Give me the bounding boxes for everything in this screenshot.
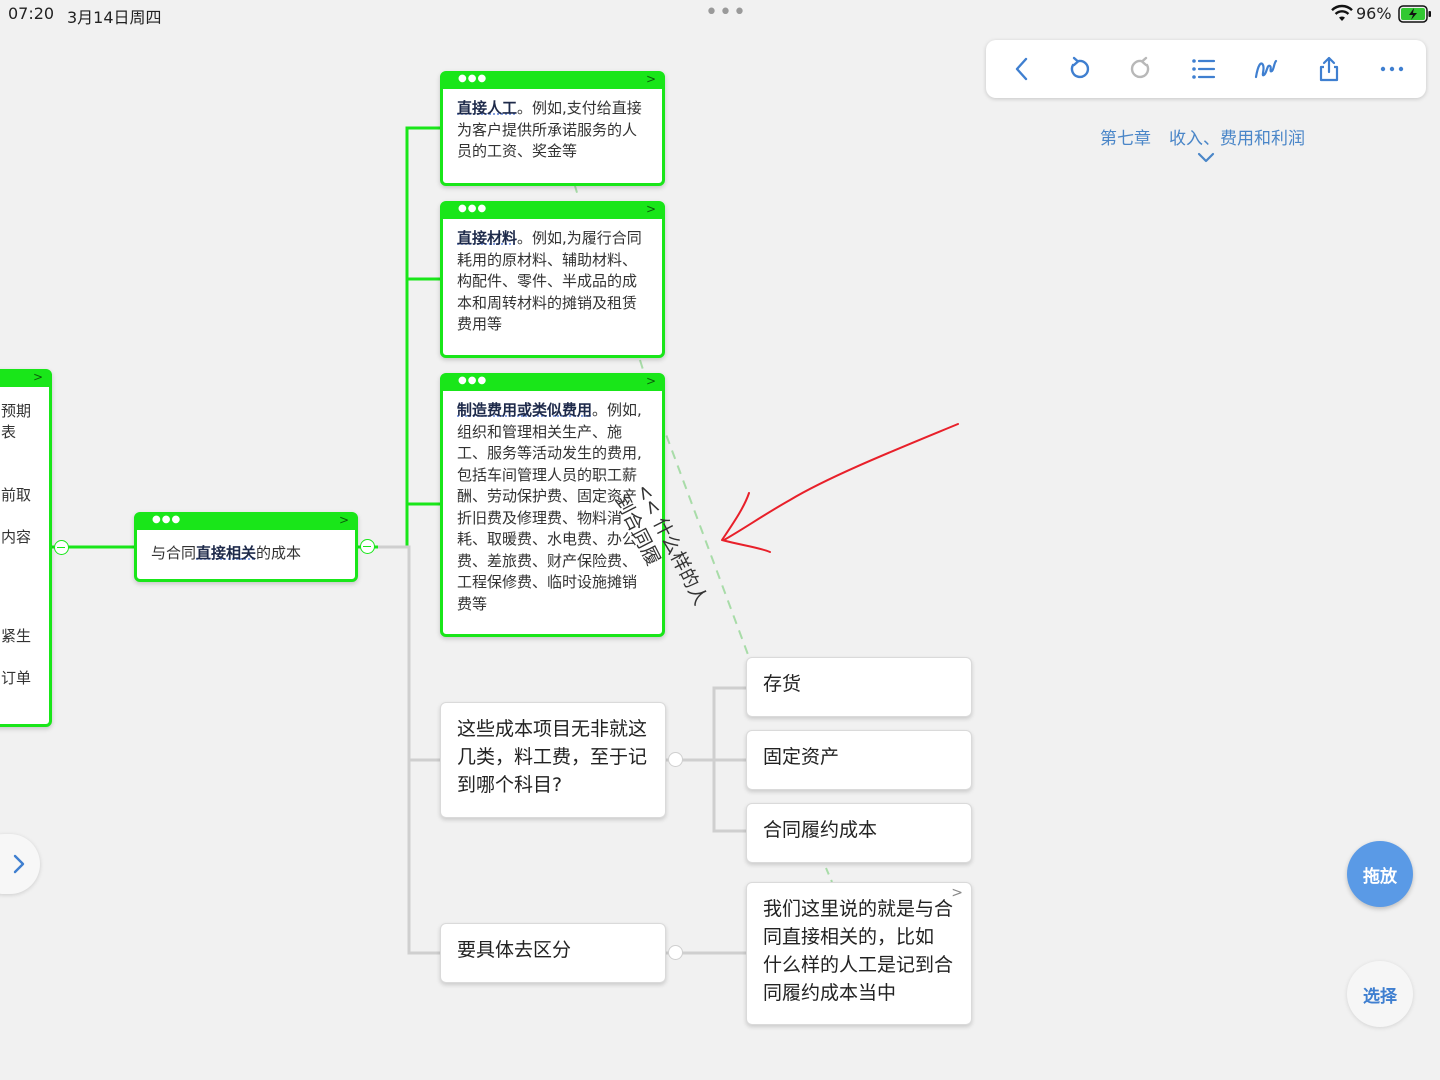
outline-list-button[interactable]: [1186, 52, 1220, 86]
wifi-icon: [1331, 4, 1353, 21]
battery-charging-icon: [1398, 5, 1431, 23]
explanation-node[interactable]: > 我们这里说的就是与合同直接相关的，比如 什么样的人工是记到合同履约成本当中: [746, 882, 972, 1025]
multitask-dots-icon[interactable]: •••: [705, 0, 747, 25]
chevron-right-icon[interactable]: >: [33, 370, 43, 384]
chevron-right-icon[interactable]: >: [646, 374, 656, 388]
collapse-toggle-categories[interactable]: [668, 752, 683, 767]
collapse-toggle-distinguish[interactable]: [668, 945, 683, 960]
node-menu-dots-icon[interactable]: ●●●: [152, 515, 181, 525]
fixed-assets-node[interactable]: 固定资产: [746, 730, 972, 790]
chevron-right-icon[interactable]: >: [951, 885, 963, 901]
breadcrumb[interactable]: 第七章 收入、费用和利润: [1100, 124, 1305, 149]
collapse-toggle-root[interactable]: [360, 539, 375, 554]
more-icon: [1380, 66, 1404, 72]
drag-mode-button[interactable]: 拖放: [1347, 841, 1413, 907]
distinguish-node[interactable]: 要具体去区分: [440, 923, 666, 983]
collapse-toggle-left[interactable]: [54, 540, 69, 555]
left-partial-text: 预期 表 前取 内容 紧生 订单: [1, 402, 32, 687]
breadcrumb-chapter[interactable]: 第七章: [1100, 129, 1151, 149]
direct-material-node[interactable]: ●●● > 直接材料。例如,为履行合同耗用的原材料、辅助材料、构配件、零件、半成品…: [440, 201, 665, 358]
redo-button[interactable]: [1124, 52, 1158, 86]
breadcrumb-title[interactable]: 收入、费用和利润: [1169, 129, 1305, 149]
back-button[interactable]: [1006, 52, 1040, 86]
inventory-node[interactable]: 存货: [746, 657, 972, 717]
status-time: 07:20: [8, 4, 55, 23]
status-date: 3月14日周四: [67, 8, 162, 27]
share-button[interactable]: [1312, 52, 1346, 86]
chevron-right-icon[interactable]: >: [646, 202, 656, 216]
more-button[interactable]: [1375, 52, 1409, 86]
select-mode-button[interactable]: 选择: [1347, 961, 1413, 1027]
undo-icon: [1070, 56, 1090, 79]
root-node[interactable]: ●●● > 与合同直接相关的成本: [134, 512, 358, 582]
node-menu-dots-icon[interactable]: ●●●: [458, 204, 487, 214]
pen-button[interactable]: [1249, 52, 1283, 86]
pen-icon: [1254, 59, 1278, 79]
battery-percent: 96%: [1356, 4, 1392, 23]
sidebar-toggle-button[interactable]: [0, 834, 40, 894]
direct-labor-node[interactable]: ●●● > 直接人工。例如,支付给直接为客户提供所承诺服务的人员的工资、奖金等: [440, 71, 665, 186]
node-menu-dots-icon[interactable]: ●●●: [458, 376, 487, 386]
redo-icon: [1130, 56, 1150, 79]
chevron-down-icon[interactable]: [1196, 152, 1216, 164]
undo-button[interactable]: [1062, 52, 1096, 86]
top-toolbar: [986, 40, 1426, 98]
categories-node[interactable]: 这些成本项目无非就这几类，料工费，至于记到哪个科目?: [440, 702, 666, 818]
chevron-right-icon: [13, 854, 25, 874]
left-partial-node[interactable]: > 预期 表 前取 内容 紧生 订单: [0, 369, 52, 727]
chevron-right-icon[interactable]: >: [339, 513, 349, 527]
outline-list-icon: [1192, 59, 1216, 79]
chevron-right-icon[interactable]: >: [646, 72, 656, 86]
node-menu-dots-icon[interactable]: ●●●: [458, 74, 487, 84]
back-icon: [1015, 57, 1028, 81]
status-bar: 07:20 3月14日周四 ••• 96%: [0, 0, 1440, 28]
contract-fulfillment-cost-node[interactable]: 合同履约成本: [746, 803, 972, 863]
share-icon: [1319, 56, 1339, 82]
